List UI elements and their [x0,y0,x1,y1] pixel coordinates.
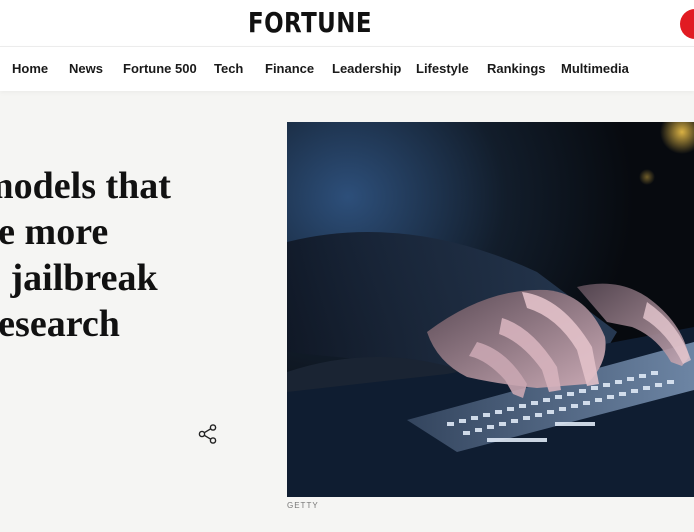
nav-item-home[interactable]: Home [12,61,48,76]
nav-item-rankings[interactable]: Rankings [487,61,546,76]
nav-item-news[interactable]: News [69,61,103,76]
hero-image [287,122,694,497]
nav-item-leadership[interactable]: Leadership [332,61,401,76]
share-icon[interactable] [197,423,219,445]
nav-item-tech[interactable]: Tech [214,61,243,76]
nav-item-lifestyle[interactable]: Lifestyle [416,61,469,76]
nav-item-fortune-500[interactable]: Fortune 500 [123,61,197,76]
headline-line: re more [0,211,109,253]
nav-item-multimedia[interactable]: Multimedia [561,61,629,76]
nav-item-finance[interactable]: Finance [265,61,314,76]
top-header: FORTUNE [0,0,694,46]
subscribe-badge[interactable] [680,9,694,39]
image-credit: GETTY [287,501,319,510]
article-headline: models that re more o jailbreak research [0,163,272,347]
fortune-logo[interactable]: FORTUNE [56,6,564,39]
headline-line: research [0,303,120,345]
main-navigation: Home News Fortune 500 Tech Finance Leade… [0,46,694,91]
headline-line: models that [0,165,171,207]
headline-line: o jailbreak [0,257,158,299]
